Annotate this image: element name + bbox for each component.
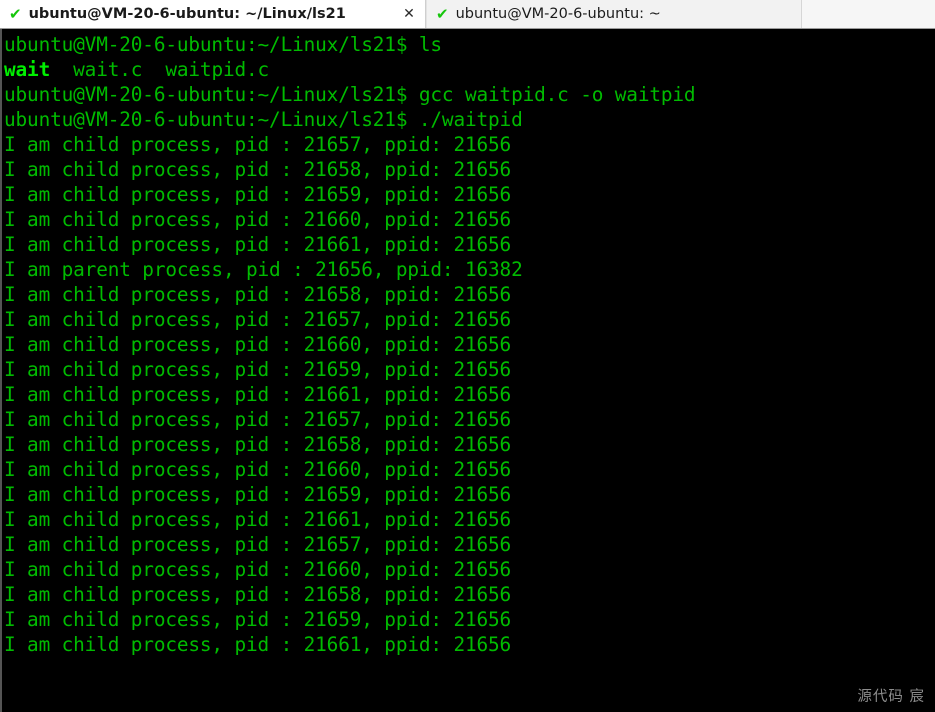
terminal-output-line: I am child process, pid : 21658, ppid: 2… (4, 433, 512, 456)
terminal-output-line: I am child process, pid : 21659, ppid: 2… (4, 483, 512, 506)
tab-bar-filler (802, 0, 935, 28)
ls-entry-files: wait.c waitpid.c (50, 58, 270, 81)
tab-title: ubuntu@VM-20-6-ubuntu: ~/Linux/ls21 (28, 6, 346, 22)
terminal-output-line: I am child process, pid : 21661, ppid: 2… (4, 233, 512, 256)
terminal-screen[interactable]: ubuntu@VM-20-6-ubuntu:~/Linux/ls21$ ls wa… (0, 29, 935, 712)
tab-title: ubuntu@VM-20-6-ubuntu: ~ (455, 6, 661, 22)
terminal-output-line: I am child process, pid : 21661, ppid: 2… (4, 383, 512, 406)
terminal-output: ubuntu@VM-20-6-ubuntu:~/Linux/ls21$ ls wa… (4, 32, 935, 657)
terminal-output-line: I am child process, pid : 21658, ppid: 2… (4, 283, 512, 306)
check-icon: ✔ (9, 4, 22, 23)
terminal-output-line: I am child process, pid : 21660, ppid: 2… (4, 458, 512, 481)
terminal-output-line: I am child process, pid : 21658, ppid: 2… (4, 158, 512, 181)
shell-prompt: ubuntu@VM-20-6-ubuntu:~/Linux/ls21$ (4, 108, 419, 131)
check-icon: ✔ (436, 4, 449, 23)
terminal-output-line: I am child process, pid : 21657, ppid: 2… (4, 533, 512, 556)
close-icon[interactable]: ✕ (399, 6, 419, 22)
terminal-command-line: ubuntu@VM-20-6-ubuntu:~/Linux/ls21$ ./wa… (4, 107, 935, 132)
terminal-output-line: I am child process, pid : 21661, ppid: 2… (4, 633, 512, 656)
terminal-output-line: I am child process, pid : 21659, ppid: 2… (4, 358, 512, 381)
terminal-output-line: I am child process, pid : 21657, ppid: 2… (4, 133, 512, 156)
shell-prompt: ubuntu@VM-20-6-ubuntu:~/Linux/ls21$ (4, 83, 419, 106)
terminal-output-line: I am child process, pid : 21659, ppid: 2… (4, 608, 512, 631)
terminal-output-line: I am child process, pid : 21661, ppid: 2… (4, 508, 512, 531)
tab-bar: ✔ ubuntu@VM-20-6-ubuntu: ~/Linux/ls21 ✕ … (0, 0, 935, 29)
watermark-label: 源代码 宸 (857, 689, 925, 705)
terminal-output-line: I am child process, pid : 21657, ppid: 2… (4, 308, 512, 331)
terminal-output-line: I am child process, pid : 21659, ppid: 2… (4, 183, 512, 206)
terminal-output-line: I am parent process, pid : 21656, ppid: … (4, 258, 523, 281)
ls-output-line: wait wait.c waitpid.c (4, 57, 935, 82)
tab-terminal-2[interactable]: ✔ ubuntu@VM-20-6-ubuntu: ~ (426, 0, 802, 28)
shell-command: gcc waitpid.c -o waitpid (418, 83, 696, 106)
terminal-command-line: ubuntu@VM-20-6-ubuntu:~/Linux/ls21$ ls (4, 32, 935, 57)
shell-prompt: ubuntu@VM-20-6-ubuntu:~/Linux/ls21$ (4, 33, 419, 56)
tab-terminal-1[interactable]: ✔ ubuntu@VM-20-6-ubuntu: ~/Linux/ls21 ✕ (0, 0, 426, 28)
terminal-output-line: I am child process, pid : 21660, ppid: 2… (4, 208, 512, 231)
terminal-output-line: I am child process, pid : 21660, ppid: 2… (4, 558, 512, 581)
terminal-output-line: I am child process, pid : 21657, ppid: 2… (4, 408, 512, 431)
ls-entry-executable: wait (4, 58, 51, 81)
terminal-output-line: I am child process, pid : 21658, ppid: 2… (4, 583, 512, 606)
shell-command: ls (418, 33, 442, 56)
shell-command: ./waitpid (418, 108, 523, 131)
terminal-command-line: ubuntu@VM-20-6-ubuntu:~/Linux/ls21$ gcc … (4, 82, 935, 107)
terminal-output-line: I am child process, pid : 21660, ppid: 2… (4, 333, 512, 356)
